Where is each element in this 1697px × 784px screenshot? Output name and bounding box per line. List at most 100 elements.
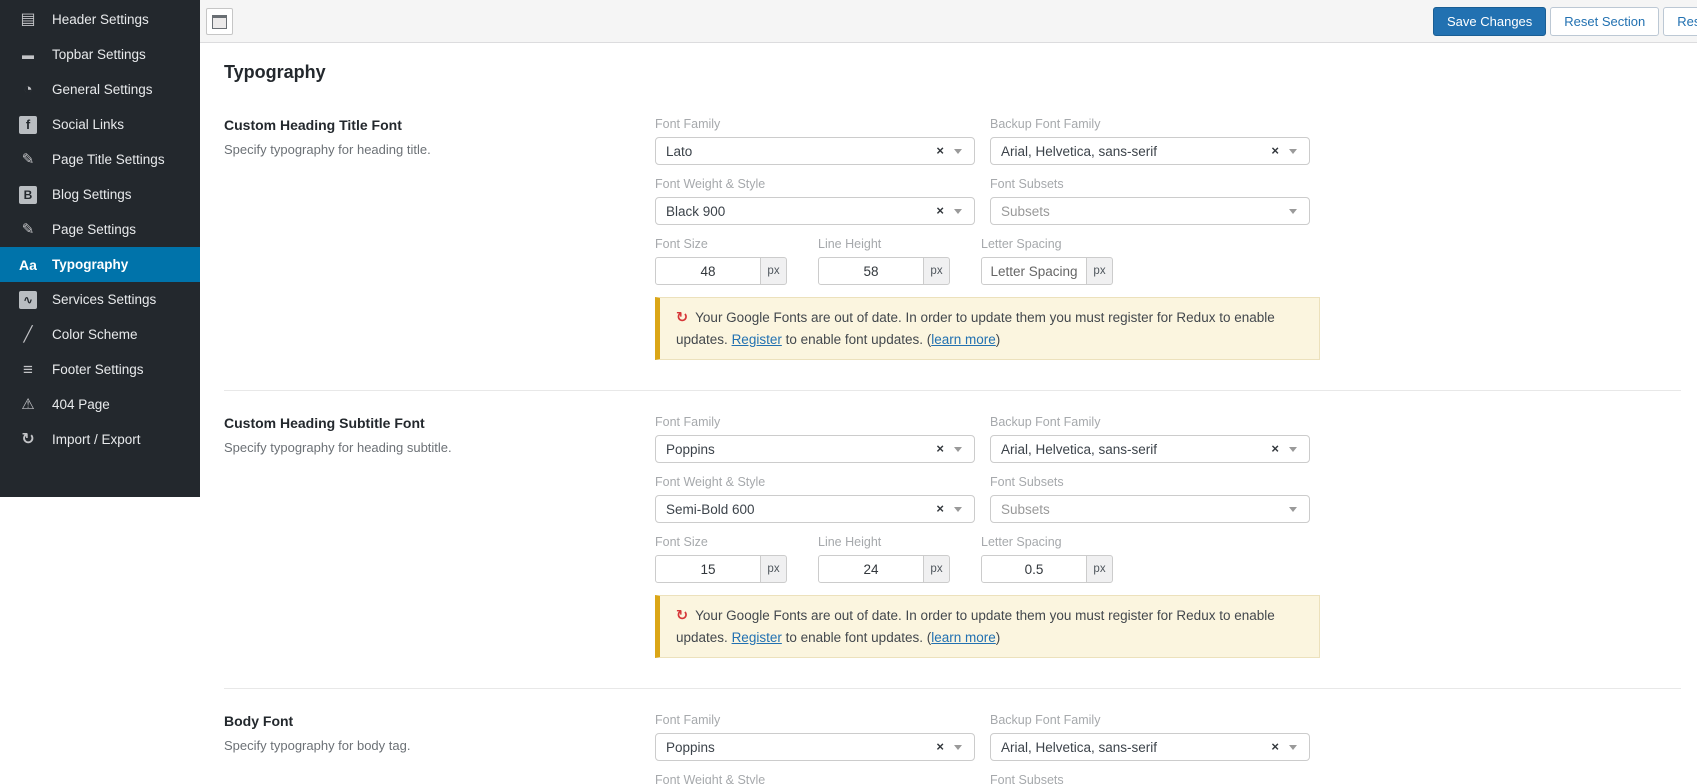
- chevron-down-icon[interactable]: [1289, 447, 1297, 452]
- header-icon: [16, 12, 40, 28]
- font-weight-label: Font Weight & Style: [655, 773, 766, 784]
- letter-spacing-input[interactable]: [981, 257, 1087, 285]
- px-unit: px: [760, 257, 787, 285]
- section-description: Specify typography for heading title.: [224, 142, 431, 157]
- register-link[interactable]: Register: [732, 332, 782, 347]
- chevron-down-icon[interactable]: [1289, 149, 1297, 154]
- px-unit: px: [923, 257, 950, 285]
- font-size-input[interactable]: [655, 257, 761, 285]
- font-weight-select[interactable]: Semi-Bold 600: [655, 495, 975, 523]
- sidebar-item-label: Page Settings: [52, 222, 137, 237]
- font-weight-label: Font Weight & Style: [655, 475, 766, 489]
- backup-font-family-label: Backup Font Family: [990, 415, 1101, 429]
- sidebar-item-label: General Settings: [52, 82, 153, 97]
- line-height-input[interactable]: [818, 257, 924, 285]
- clear-icon[interactable]: [936, 501, 944, 516]
- sidebar-item-color-scheme[interactable]: Color Scheme: [0, 317, 200, 352]
- sidebar-item-label: Import / Export: [52, 432, 141, 447]
- chevron-down-icon[interactable]: [954, 507, 962, 512]
- section-body-font: Body Font Specify typography for body ta…: [224, 688, 1681, 784]
- chevron-down-icon[interactable]: [1289, 209, 1297, 214]
- panel-toggle-icon: [212, 14, 227, 29]
- sidebar-item-import-export[interactable]: Import / Export: [0, 422, 200, 457]
- font-family-value: Poppins: [666, 441, 715, 457]
- font-family-value: Poppins: [666, 739, 715, 755]
- chevron-down-icon[interactable]: [954, 447, 962, 452]
- line-height-input[interactable]: [818, 555, 924, 583]
- font-family-label: Font Family: [655, 117, 721, 131]
- backup-font-family-select[interactable]: Arial, Helvetica, sans-serif: [990, 733, 1310, 761]
- facebook-icon: [19, 115, 37, 134]
- sidebar-item-typography[interactable]: Typography: [0, 247, 200, 282]
- backup-font-family-select[interactable]: Arial, Helvetica, sans-serif: [990, 137, 1310, 165]
- sidebar-item-general-settings[interactable]: General Settings: [0, 72, 200, 107]
- content-panel: Typography Custom Heading Title Font Spe…: [200, 44, 1697, 784]
- section-title: Body Font: [224, 713, 294, 729]
- learn-more-link[interactable]: learn more: [931, 332, 996, 347]
- sidebar-item-label: Page Title Settings: [52, 152, 165, 167]
- clear-icon[interactable]: [936, 739, 944, 754]
- line-height-label: Line Height: [818, 237, 882, 251]
- clear-icon[interactable]: [936, 143, 944, 158]
- sidebar-item-blog-settings[interactable]: Blog Settings: [0, 177, 200, 212]
- sidebar-item-topbar-settings[interactable]: Topbar Settings: [0, 37, 200, 72]
- sidebar-item-footer-settings[interactable]: Footer Settings: [0, 352, 200, 387]
- sidebar-item-page-settings[interactable]: Page Settings: [0, 212, 200, 247]
- font-family-select[interactable]: Poppins: [655, 435, 975, 463]
- reset-all-button[interactable]: Reset All: [1663, 7, 1697, 36]
- backup-font-family-value: Arial, Helvetica, sans-serif: [1001, 143, 1158, 159]
- sidebar-item-services-settings[interactable]: Services Settings: [0, 282, 200, 317]
- warning-text: to enable font updates. (: [785, 332, 932, 347]
- clear-icon[interactable]: [1271, 441, 1279, 456]
- font-weight-select[interactable]: Black 900: [655, 197, 975, 225]
- font-weight-label: Font Weight & Style: [655, 177, 766, 191]
- sidebar-item-label: Header Settings: [52, 12, 149, 27]
- sidebar-item-page-title-settings[interactable]: Page Title Settings: [0, 142, 200, 177]
- letter-spacing-input[interactable]: [981, 555, 1087, 583]
- learn-more-link[interactable]: learn more: [931, 630, 996, 645]
- reset-section-button[interactable]: Reset Section: [1550, 7, 1660, 36]
- clear-icon[interactable]: [1271, 739, 1279, 754]
- google-fonts-warning: Your Google Fonts are out of date. In or…: [655, 595, 1320, 658]
- register-link[interactable]: Register: [732, 630, 782, 645]
- warning-text: to enable font updates. (: [785, 630, 932, 645]
- chevron-down-icon[interactable]: [954, 209, 962, 214]
- toolbar-actions: Save Changes Reset Section Reset All: [1433, 7, 1697, 36]
- px-unit: px: [1086, 257, 1113, 285]
- sidebar-item-label: Blog Settings: [52, 187, 132, 202]
- sidebar-item-404-page[interactable]: 404 Page: [0, 387, 200, 422]
- typography-icon: [16, 258, 40, 272]
- font-family-select[interactable]: Poppins: [655, 733, 975, 761]
- chevron-down-icon[interactable]: [954, 149, 962, 154]
- chevron-down-icon[interactable]: [1289, 745, 1297, 750]
- font-subsets-select[interactable]: Subsets: [990, 495, 1310, 523]
- page-title: Typography: [224, 62, 326, 82]
- backup-font-family-select[interactable]: Arial, Helvetica, sans-serif: [990, 435, 1310, 463]
- font-subsets-placeholder: Subsets: [1001, 203, 1050, 219]
- clear-icon[interactable]: [936, 203, 944, 218]
- font-subsets-select[interactable]: Subsets: [990, 197, 1310, 225]
- chevron-down-icon[interactable]: [1289, 507, 1297, 512]
- clear-icon[interactable]: [1271, 143, 1279, 158]
- chevron-down-icon[interactable]: [954, 745, 962, 750]
- font-family-select[interactable]: Lato: [655, 137, 975, 165]
- sidebar-item-social-links[interactable]: Social Links: [0, 107, 200, 142]
- edit-page-icon: [16, 222, 40, 237]
- section-title: Custom Heading Title Font: [224, 117, 402, 133]
- top-toolbar: Save Changes Reset Section Reset All: [200, 0, 1697, 43]
- refresh-icon: [676, 310, 695, 325]
- px-unit: px: [1086, 555, 1113, 583]
- google-fonts-warning: Your Google Fonts are out of date. In or…: [655, 297, 1320, 360]
- font-size-label: Font Size: [655, 237, 708, 251]
- sidebar-item-header-settings[interactable]: Header Settings: [0, 2, 200, 37]
- brush-icon: [16, 327, 40, 342]
- font-subsets-label: Font Subsets: [990, 773, 1064, 784]
- font-subsets-label: Font Subsets: [990, 177, 1064, 191]
- clear-icon[interactable]: [936, 441, 944, 456]
- font-size-input[interactable]: [655, 555, 761, 583]
- font-subsets-label: Font Subsets: [990, 475, 1064, 489]
- sync-icon: [16, 432, 40, 448]
- panel-toggle-button[interactable]: [206, 8, 233, 35]
- font-weight-value: Semi-Bold 600: [666, 501, 755, 517]
- save-changes-button[interactable]: Save Changes: [1433, 7, 1547, 36]
